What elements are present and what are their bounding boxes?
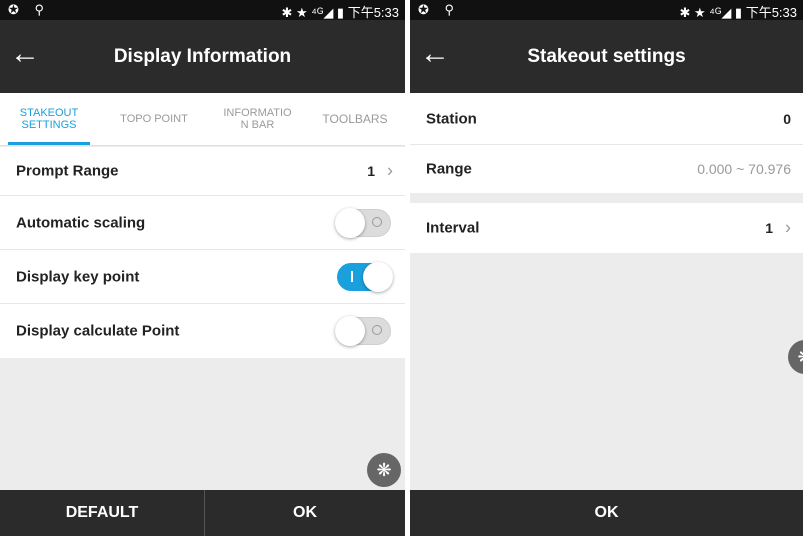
aperture-fab-icon[interactable]: ❋ [788,340,803,374]
display-calculate-point-toggle[interactable] [335,316,391,346]
status-bar: ✪ ⚲ ✱ ★ ⁴ᴳ◢ ▮ 下午5:33 [0,0,405,20]
tab-toolbars[interactable]: TOOLBARS [305,93,405,145]
status-right-text: ✱ ★ ⁴ᴳ◢ ▮ 下午5:33 [281,5,399,20]
prompt-range-value: 1 [367,163,375,179]
tab-information-bar[interactable]: INFORMATIO N BAR [210,93,305,145]
status-left-icons: ✪ ⚲ [418,2,461,17]
ok-button[interactable]: OK [410,490,803,536]
tab-topo-point[interactable]: TOPO POINT [98,93,210,145]
toggle-knob [363,261,393,292]
toggle-off-icon [372,216,382,227]
display-calculate-point-row: Display calculate Point [0,304,405,358]
bottom-action-bar: OK [410,490,803,536]
range-label: Range [426,160,472,178]
tab-label: TOOLBARS [322,112,388,126]
toggle-knob [335,316,365,346]
tab-bar: STAKEOUT SETTINGS TOPO POINT INFORMATIO … [0,93,405,146]
automatic-scaling-row: Automatic scaling [0,196,405,250]
tab-stakeout-settings[interactable]: STAKEOUT SETTINGS [0,93,98,145]
tab-active-indicator [8,142,90,145]
station-row[interactable]: Station 0 [410,93,803,145]
ok-button[interactable]: OK [205,490,405,536]
tab-label: STAKEOUT SETTINGS [19,107,79,131]
prompt-range-label: Prompt Range [16,162,119,180]
page-title: Display Information [113,46,292,67]
app-bar: ← Stakeout settings [410,20,803,93]
app-bar: ← Display Information [0,20,405,93]
chevron-right-icon: › [785,217,791,238]
automatic-scaling-label: Automatic scaling [16,214,146,231]
tab-label: INFORMATIO N BAR [223,107,292,131]
page-title: Stakeout settings [527,46,686,67]
display-key-point-label: Display key point [16,268,140,285]
display-key-point-toggle[interactable] [337,261,393,292]
toggle-knob [335,207,365,238]
status-right-text: ✱ ★ ⁴ᴳ◢ ▮ 下午5:33 [679,5,797,20]
bottom-action-bar: DEFAULT OK [0,490,405,536]
toggle-off-icon [372,325,382,335]
display-information-screen: ✪ ⚲ ✱ ★ ⁴ᴳ◢ ▮ 下午5:33 ← Display Informati… [0,0,405,536]
station-label: Station [426,110,477,127]
range-row: Range 0.000 ~ 70.976 [410,145,803,193]
range-value: 0.000 ~ 70.976 [697,161,791,177]
interval-value: 1 [765,220,773,236]
status-left-icons: ✪ ⚲ [8,2,51,17]
interval-label: Interval [426,219,480,237]
tab-label: TOPO POINT [120,113,188,125]
prompt-range-row[interactable]: Prompt Range 1 › [0,147,405,196]
toggle-on-icon [351,270,353,282]
display-calculate-point-label: Display calculate Point [16,322,180,340]
stakeout-settings-screen: ✪ ⚲ ✱ ★ ⁴ᴳ◢ ▮ 下午5:33 ← Stakeout settings… [410,0,803,536]
display-key-point-row: Display key point [0,250,405,304]
chevron-right-icon: › [387,160,393,181]
automatic-scaling-toggle[interactable] [335,207,391,238]
aperture-fab-icon[interactable]: ❋ [367,453,401,487]
default-button[interactable]: DEFAULT [0,490,204,536]
interval-row[interactable]: Interval 1 › [410,203,803,253]
station-value: 0 [783,110,791,127]
status-bar: ✪ ⚲ ✱ ★ ⁴ᴳ◢ ▮ 下午5:33 [410,0,803,20]
